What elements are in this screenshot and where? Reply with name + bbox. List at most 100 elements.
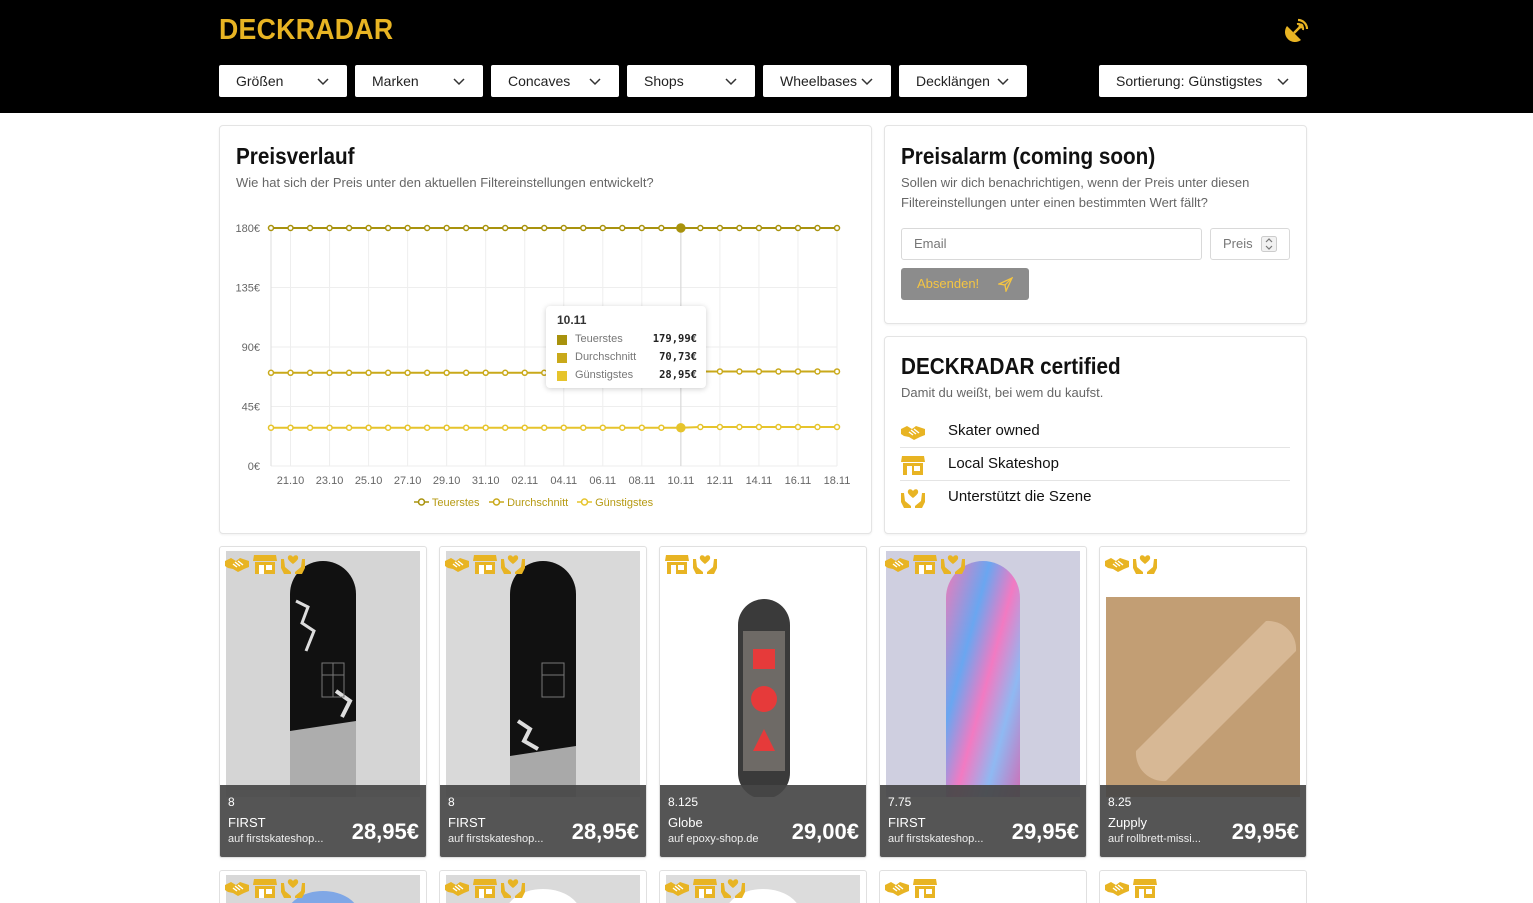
product-brand: Globe (668, 815, 703, 830)
legend-label: Durchschnitt (507, 497, 569, 509)
product-card[interactable] (879, 870, 1087, 903)
tooltip-row: Günstigstes 28,95€ (557, 369, 697, 383)
product-info: 7.75 FIRST auf firstskateshop... 29,95€ (880, 785, 1086, 857)
filter-decklaengen[interactable]: Decklängen (899, 65, 1027, 97)
legend-line-icon (577, 498, 592, 506)
panel-subtitle: Wie hat sich der Preis unter den aktuell… (236, 175, 654, 190)
product-price: 28,95€ (571, 819, 639, 844)
panel-subtitle: Sollen wir dich benachrichtigen, wenn de… (901, 175, 1250, 210)
tooltip-row: Teuerstes 179,99€ (557, 333, 697, 347)
shop-icon (692, 877, 718, 899)
product-image (666, 551, 860, 797)
cert-item-local-skateshop: Local Skateshop (900, 448, 1290, 481)
filter-label: Shops (644, 73, 684, 89)
badge-row (224, 877, 306, 899)
product-card[interactable]: 8 FIRST auf firstskateshop... 28,95€ (219, 546, 427, 858)
handshake-icon (664, 877, 690, 899)
handshake-icon (444, 553, 470, 575)
product-card[interactable] (439, 870, 647, 903)
product-brand: FIRST (448, 815, 486, 830)
filter-label: Marken (372, 73, 419, 89)
submit-button[interactable]: Absenden! (901, 268, 1029, 300)
sort-select[interactable]: Sortierung: Günstigstes (1099, 65, 1307, 97)
badge-row (664, 877, 746, 899)
legend-item-teuerstes[interactable]: Teuerstes (414, 497, 480, 509)
price-placeholder: Preis (1223, 236, 1253, 251)
product-card[interactable] (1099, 870, 1307, 903)
product-card[interactable] (659, 870, 867, 903)
hands-heart-icon (940, 553, 966, 575)
handshake-icon (1104, 553, 1130, 575)
shop-icon (912, 877, 938, 899)
email-placeholder: Email (914, 236, 947, 251)
product-info: 8 FIRST auf firstskateshop... 28,95€ (440, 785, 646, 857)
legend-item-durchschnitt[interactable]: Durchschnitt (489, 497, 568, 509)
badge-row (444, 553, 526, 575)
chevron-down-icon (997, 78, 1009, 86)
chevron-down-icon (453, 78, 465, 86)
filter-marken[interactable]: Marken (355, 65, 483, 97)
product-info: 8.25 Zupply auf rollbrett-missi... 29,95… (1100, 785, 1306, 857)
panel-title: Preisverlauf (236, 143, 355, 169)
product-image (886, 551, 1080, 797)
badge-row (444, 877, 526, 899)
shop-icon (252, 877, 278, 899)
hands-heart-icon (720, 877, 746, 899)
chevron-down-icon (861, 78, 873, 86)
satellite-dish-icon[interactable] (1281, 18, 1309, 46)
filter-concaves[interactable]: Concaves (491, 65, 619, 97)
tooltip-swatch (557, 335, 567, 345)
filter-label: Wheelbases (780, 73, 858, 89)
product-size: 8.125 (668, 795, 699, 809)
shop-icon (472, 877, 498, 899)
product-card[interactable] (219, 870, 427, 903)
product-image (226, 551, 420, 797)
product-size: 8 (228, 795, 235, 809)
stepper-arrows-icon[interactable] (1261, 236, 1277, 252)
handshake-icon (1104, 877, 1130, 899)
product-shop: auf firstskateshop... (448, 833, 544, 845)
handshake-icon (884, 877, 910, 899)
panel-subtitle: Damit du weißt, bei wem du kaufst. (901, 385, 1104, 400)
product-card[interactable]: 8.125 Globe auf epoxy-shop.de 29,00€ (659, 546, 867, 858)
product-price: 29,95€ (1231, 819, 1299, 844)
hands-heart-icon (280, 553, 306, 575)
price-stepper[interactable]: Preis (1210, 228, 1290, 260)
filter-wheelbases[interactable]: Wheelbases (763, 65, 891, 97)
cert-label: Skater owned (948, 422, 1040, 439)
badge-row (1104, 877, 1158, 899)
email-field[interactable]: Email (901, 228, 1202, 260)
handshake-icon (224, 877, 250, 899)
tooltip-series-value: 179,99€ (652, 333, 697, 345)
chevron-down-icon (317, 78, 329, 86)
cert-label: Unterstützt die Szene (948, 488, 1092, 505)
product-price: 28,95€ (351, 819, 419, 844)
cert-item-skater-owned: Skater owned (900, 415, 1290, 448)
filter-shops[interactable]: Shops (627, 65, 755, 97)
panel-title: Preisalarm (coming soon) (901, 143, 1156, 169)
badge-row (664, 553, 718, 575)
legend-line-icon (489, 498, 504, 506)
top-bar: DECKRADAR Größen Marken Concaves Shops W… (0, 0, 1533, 113)
filter-groessen[interactable]: Größen (219, 65, 347, 97)
product-card[interactable]: 7.75 FIRST auf firstskateshop... 29,95€ (879, 546, 1087, 858)
product-size: 8 (448, 795, 455, 809)
shop-icon (900, 454, 926, 476)
tooltip-date: 10.11 (557, 313, 587, 327)
handshake-icon (884, 553, 910, 575)
legend-item-guenstigstes[interactable]: Günstigstes (577, 497, 653, 509)
tooltip-series-name: Durchschnitt (575, 351, 637, 363)
tooltip-series-value: 70,73€ (659, 351, 697, 363)
product-card[interactable]: 8.25 Zupply auf rollbrett-missi... 29,95… (1099, 546, 1307, 858)
chevron-down-icon (1277, 78, 1289, 86)
product-card[interactable]: 8 FIRST auf firstskateshop... 28,95€ (439, 546, 647, 858)
logo[interactable]: DECKRADAR (219, 14, 393, 47)
legend-line-icon (414, 498, 429, 506)
product-info: 8 FIRST auf firstskateshop... 28,95€ (220, 785, 426, 857)
cert-label: Local Skateshop (948, 455, 1059, 472)
filter-label: Größen (236, 73, 284, 89)
badge-row (884, 553, 966, 575)
chart-tooltip: 10.11 Teuerstes 179,99€ Durchschnitt 70,… (546, 306, 706, 388)
product-info: 8.125 Globe auf epoxy-shop.de 29,00€ (660, 785, 866, 857)
handshake-icon (224, 553, 250, 575)
